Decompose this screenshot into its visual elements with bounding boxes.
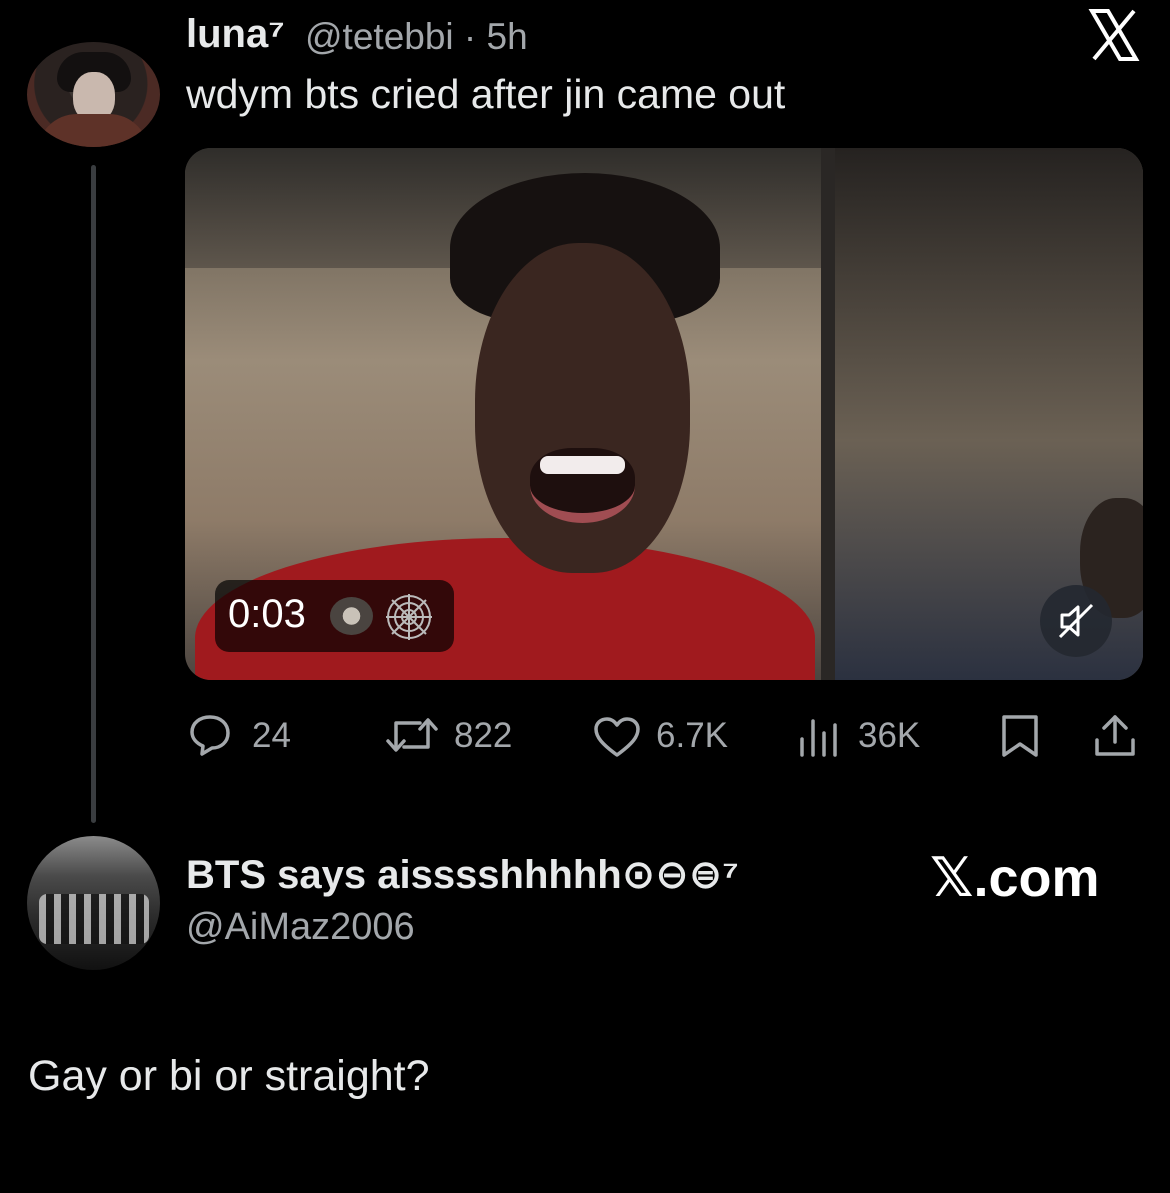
avatar-group-photo [39, 894, 149, 944]
avatar[interactable] [27, 42, 160, 147]
like-icon[interactable] [592, 715, 642, 759]
display-name[interactable]: BTS says aisssshhhhh⊙⊖⊜⁷ [186, 852, 739, 898]
web-icon [386, 594, 432, 640]
view-count: 36K [858, 716, 921, 755]
video-scene-face [475, 243, 690, 573]
share-icon[interactable] [1092, 712, 1138, 758]
reply-icon[interactable] [188, 713, 232, 757]
x-logo-icon [1088, 9, 1140, 61]
watermark: 𝕏.com [930, 848, 1100, 908]
avatar-coat [37, 114, 149, 147]
views-icon[interactable] [797, 715, 841, 759]
reply-text: Gay or bi or straight? [28, 1052, 430, 1100]
repost-icon[interactable] [384, 713, 440, 757]
thread-line [91, 165, 96, 823]
avatar[interactable] [27, 836, 160, 970]
reply-count: 24 [252, 716, 291, 755]
video-scene-teeth [540, 456, 625, 474]
video-scene-pillar [821, 148, 835, 680]
video-duration: 0:03 [228, 592, 306, 636]
tweet-text: wdym bts cried after jin came out [186, 71, 786, 117]
bookmark-icon[interactable] [999, 713, 1041, 759]
mini-avatar-icon [330, 597, 373, 635]
mute-icon [1058, 603, 1094, 639]
repost-count: 822 [454, 716, 513, 755]
handle-and-time: @tetebbi · 5h [305, 16, 528, 57]
handle: @AiMaz2006 [186, 906, 415, 948]
like-count: 6.7K [656, 716, 728, 755]
display-name[interactable]: luna⁷ [186, 12, 285, 57]
